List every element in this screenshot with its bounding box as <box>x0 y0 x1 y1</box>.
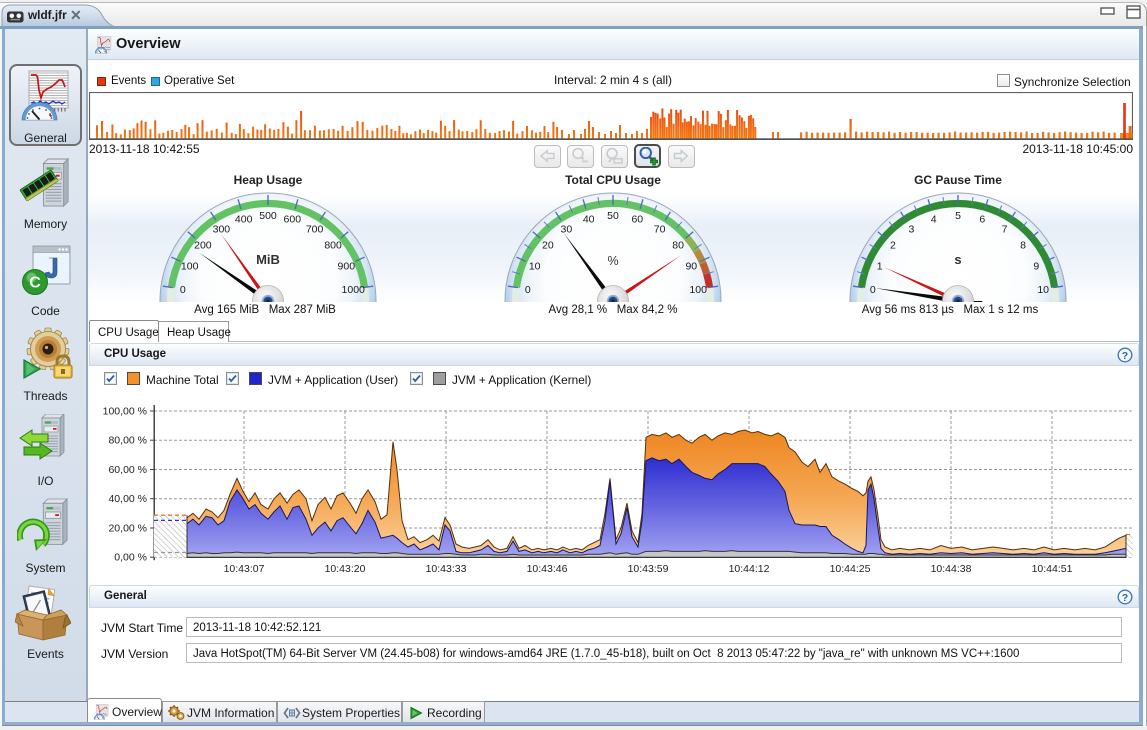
svg-text:300: 300 <box>213 224 231 236</box>
svg-text:8: 8 <box>1020 240 1026 252</box>
svg-text:60: 60 <box>631 213 643 225</box>
svg-text:?: ? <box>1122 350 1128 362</box>
svg-text:50: 50 <box>607 210 619 222</box>
svg-text:900: 900 <box>338 260 356 272</box>
svg-text:40,00 %: 40,00 % <box>108 493 147 505</box>
svg-text:0: 0 <box>525 284 531 296</box>
svg-text:2: 2 <box>890 240 896 252</box>
svg-text:s: s <box>954 252 961 267</box>
svg-text:C: C <box>29 275 41 292</box>
svg-text:10:43:33: 10:43:33 <box>426 563 467 575</box>
svg-text:9: 9 <box>1033 260 1039 272</box>
svg-text:10: 10 <box>1037 284 1049 296</box>
svg-text:10:44:38: 10:44:38 <box>931 563 972 575</box>
svg-text:10:44:25: 10:44:25 <box>830 563 871 575</box>
svg-text:200: 200 <box>194 240 212 252</box>
svg-text:10:43:20: 10:43:20 <box>325 563 366 575</box>
svg-text:10:43:59: 10:43:59 <box>628 563 669 575</box>
svg-text:1: 1 <box>877 260 883 272</box>
svg-text:10:43:07: 10:43:07 <box>224 563 265 575</box>
svg-text:10:44:51: 10:44:51 <box>1032 563 1073 575</box>
svg-text:20: 20 <box>542 240 554 252</box>
svg-text:0: 0 <box>870 284 876 296</box>
svg-text:4: 4 <box>931 213 937 225</box>
svg-text:7: 7 <box>1002 224 1008 236</box>
svg-text:600: 600 <box>284 213 302 225</box>
svg-text:0,00 %: 0,00 % <box>114 552 147 564</box>
svg-text:100,00 %: 100,00 % <box>103 406 147 418</box>
svg-text:40: 40 <box>583 213 595 225</box>
svg-text:1000: 1000 <box>342 284 366 296</box>
svg-text:0: 0 <box>180 284 186 296</box>
svg-text:10: 10 <box>529 260 541 272</box>
svg-text:60,00 %: 60,00 % <box>108 464 147 476</box>
svg-text:70: 70 <box>654 224 666 236</box>
svg-text:100: 100 <box>181 260 199 272</box>
svg-text:100: 100 <box>689 284 707 296</box>
svg-text:%: % <box>607 254 618 268</box>
svg-text:30: 30 <box>561 224 573 236</box>
svg-text:90: 90 <box>685 260 697 272</box>
svg-text:400: 400 <box>235 213 253 225</box>
svg-text:?: ? <box>1122 592 1128 604</box>
svg-text:700: 700 <box>306 224 324 236</box>
svg-text:MiB: MiB <box>256 252 280 267</box>
svg-text:20,00 %: 20,00 % <box>108 523 147 535</box>
svg-text:10:44:12: 10:44:12 <box>729 563 770 575</box>
svg-text:80: 80 <box>672 240 684 252</box>
svg-text:800: 800 <box>324 240 342 252</box>
svg-text:500: 500 <box>259 210 277 222</box>
svg-text:10:43:46: 10:43:46 <box>527 563 568 575</box>
svg-text:3: 3 <box>908 224 914 236</box>
svg-text:80,00 %: 80,00 % <box>108 435 147 447</box>
svg-text:6: 6 <box>979 213 985 225</box>
svg-text:5: 5 <box>955 210 961 222</box>
